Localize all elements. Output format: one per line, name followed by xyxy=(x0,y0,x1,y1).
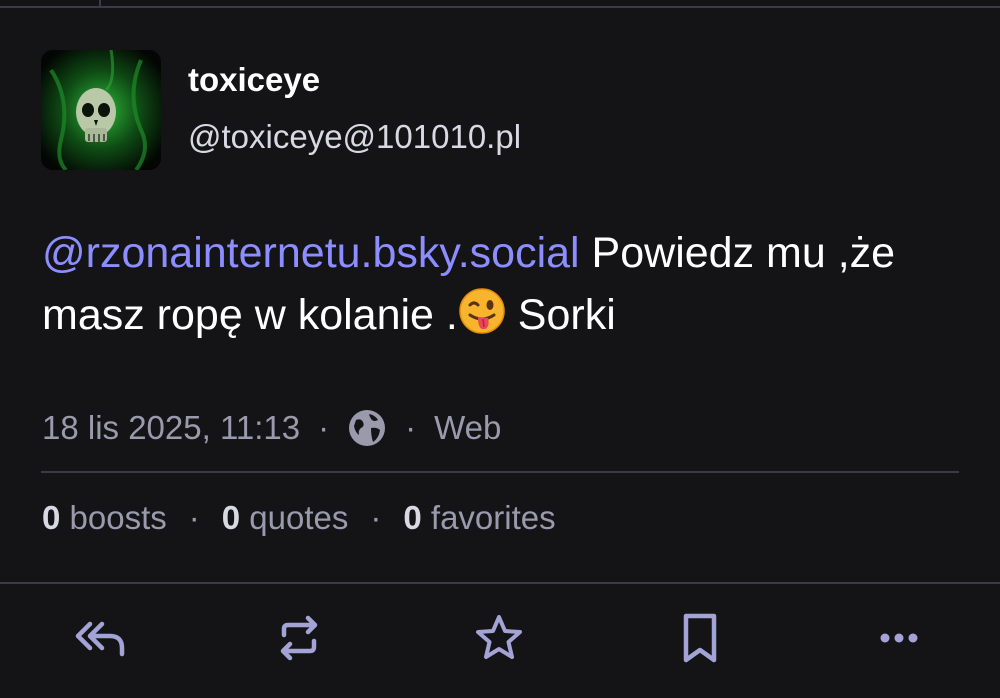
avatar[interactable] xyxy=(41,50,161,170)
boosts-count: 0 xyxy=(42,499,61,536)
post-timestamp[interactable]: 18 lis 2025, 11:13 xyxy=(42,409,300,447)
reply-all-button[interactable] xyxy=(70,608,130,668)
meta-separator: · xyxy=(318,409,330,446)
stats-divider xyxy=(41,471,959,473)
favorite-star-icon xyxy=(476,615,522,659)
post-application: Web xyxy=(434,409,502,446)
boosts-label: boosts xyxy=(60,499,167,536)
meta-separator-2: · xyxy=(405,409,417,446)
winking-face-with-tongue-icon xyxy=(459,288,505,334)
bookmark-icon xyxy=(683,613,717,663)
post-meta: 18 lis 2025, 11:13 · · Web xyxy=(42,406,501,450)
globe-icon xyxy=(347,408,387,448)
display-name[interactable]: toxiceye xyxy=(188,61,320,99)
favorites-label: favorites xyxy=(421,499,556,536)
stats-separator: · xyxy=(188,499,200,536)
stats-separator-2: · xyxy=(370,499,382,536)
action-bar xyxy=(0,584,1000,698)
boost-button[interactable] xyxy=(269,608,329,668)
post-text-end: Sorki xyxy=(505,291,616,339)
bookmark-button[interactable] xyxy=(670,608,730,668)
favorites-stat[interactable]: 0 favorites xyxy=(403,499,555,537)
top-divider-tick xyxy=(99,0,101,7)
post-stats: 0 boosts · 0 quotes · 0 favorites xyxy=(42,496,556,540)
favorite-button[interactable] xyxy=(469,608,529,668)
top-divider xyxy=(0,6,1000,8)
more-button[interactable] xyxy=(869,608,929,668)
account-handle[interactable]: @toxiceye@101010.pl xyxy=(188,118,521,156)
skull-avatar-icon xyxy=(41,50,161,170)
quotes-stat[interactable]: 0 quotes xyxy=(222,499,349,537)
favorites-count: 0 xyxy=(403,499,422,536)
boost-icon xyxy=(280,615,318,661)
quotes-count: 0 xyxy=(221,499,241,536)
more-icon xyxy=(880,633,918,643)
boosts-stat[interactable]: 0 boosts xyxy=(42,499,167,537)
mention-link[interactable]: @rzonainternetu.bsky.social xyxy=(42,229,580,277)
quotes-label: quotes xyxy=(240,499,349,536)
post-content: @rzonainternetu.bsky.social Powiedz mu ,… xyxy=(42,222,962,346)
reply-all-icon xyxy=(75,621,125,657)
